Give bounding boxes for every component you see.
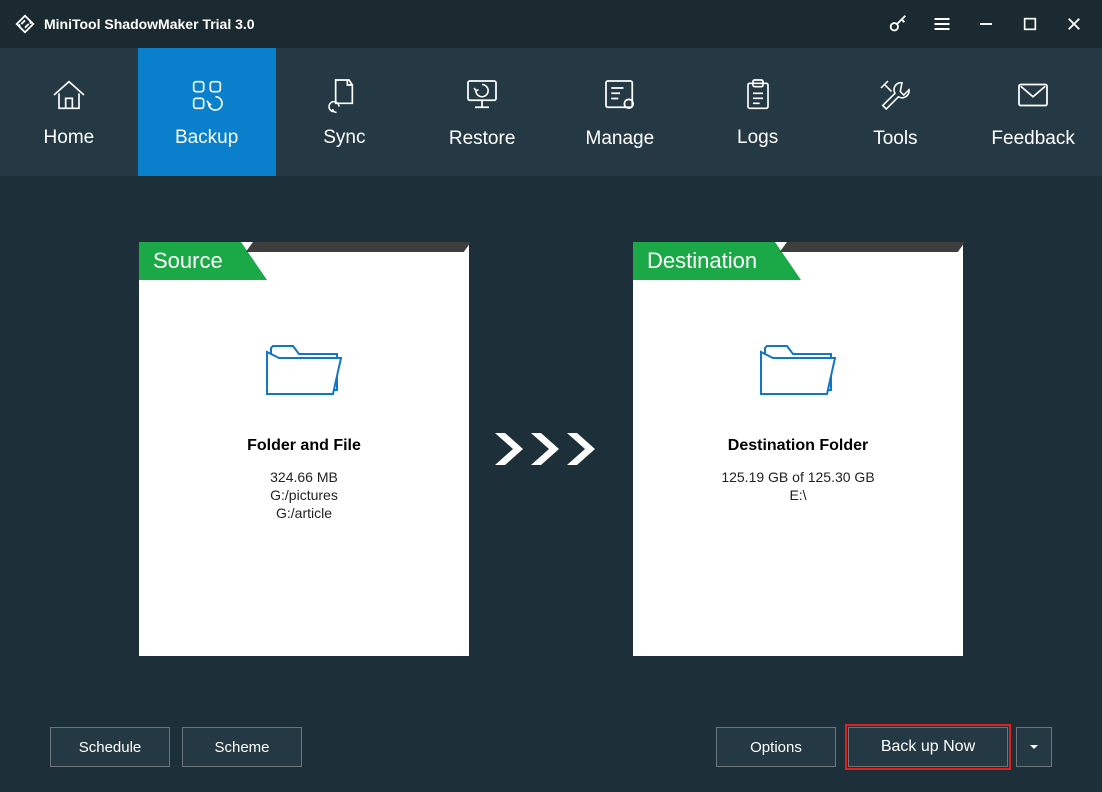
scheme-button[interactable]: Scheme <box>182 727 302 767</box>
destination-tab-strip: Destination <box>633 242 963 280</box>
destination-title: Destination Folder <box>633 437 963 455</box>
nav-home-label: Home <box>44 127 95 149</box>
main-panel: Source Folder and File 324.66 MB G:/pict… <box>0 176 1102 702</box>
destination-size: 125.19 GB of 125.30 GB <box>633 469 963 485</box>
nav-feedback[interactable]: Feedback <box>964 48 1102 176</box>
nav-tools-label: Tools <box>873 128 917 150</box>
maximize-button[interactable] <box>1008 4 1052 44</box>
backup-now-button[interactable]: Back up Now <box>848 727 1008 767</box>
titlebar: MiniTool ShadowMaker Trial 3.0 <box>0 0 1102 48</box>
nav-tools[interactable]: Tools <box>827 48 965 176</box>
transfer-arrows-icon <box>491 427 611 471</box>
minimize-button[interactable] <box>964 4 1008 44</box>
schedule-button[interactable]: Schedule <box>50 727 170 767</box>
app-title: MiniTool ShadowMaker Trial 3.0 <box>44 16 255 32</box>
nav-sync[interactable]: Sync <box>276 48 414 176</box>
chevron-down-icon <box>1028 741 1040 753</box>
footer-bar: Schedule Scheme Options Back up Now <box>0 702 1102 792</box>
backup-now-dropdown[interactable] <box>1016 727 1052 767</box>
nav-backup[interactable]: Backup <box>138 48 276 176</box>
folder-icon <box>139 332 469 405</box>
destination-card[interactable]: Destination Destination Folder 125.19 GB… <box>633 242 963 656</box>
nav-bar: Home Backup Sync Restore Manage Logs Too… <box>0 48 1102 176</box>
nav-logs[interactable]: Logs <box>689 48 827 176</box>
source-tab-strip: Source <box>139 242 469 280</box>
close-button[interactable] <box>1052 4 1096 44</box>
source-path-1: G:/article <box>139 505 469 521</box>
source-card-body: Folder and File 324.66 MB G:/pictures G:… <box>139 242 469 521</box>
nav-home[interactable]: Home <box>0 48 138 176</box>
folder-icon <box>633 332 963 405</box>
menu-button[interactable] <box>920 4 964 44</box>
nav-restore[interactable]: Restore <box>413 48 551 176</box>
nav-logs-label: Logs <box>737 127 778 149</box>
source-size: 324.66 MB <box>139 469 469 485</box>
app-logo-icon <box>14 13 36 35</box>
destination-path: E:\ <box>633 487 963 503</box>
source-path-0: G:/pictures <box>139 487 469 503</box>
nav-manage[interactable]: Manage <box>551 48 689 176</box>
source-title: Folder and File <box>139 437 469 455</box>
options-button[interactable]: Options <box>716 727 836 767</box>
destination-card-body: Destination Folder 125.19 GB of 125.30 G… <box>633 242 963 503</box>
nav-restore-label: Restore <box>449 128 516 150</box>
nav-feedback-label: Feedback <box>991 128 1074 150</box>
source-tab-label: Source <box>139 242 241 280</box>
nav-manage-label: Manage <box>586 128 655 150</box>
destination-tab-label: Destination <box>633 242 775 280</box>
key-button[interactable] <box>876 4 920 44</box>
source-card[interactable]: Source Folder and File 324.66 MB G:/pict… <box>139 242 469 656</box>
nav-sync-label: Sync <box>323 127 365 149</box>
nav-backup-label: Backup <box>175 127 238 149</box>
